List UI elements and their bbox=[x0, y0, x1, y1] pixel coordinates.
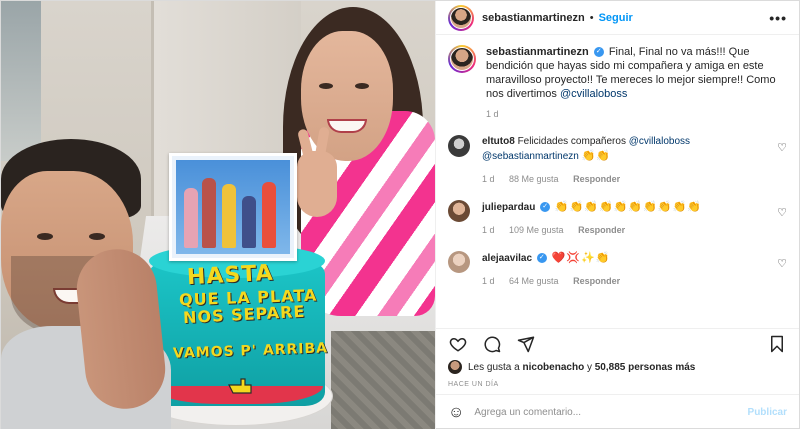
comment-time[interactable]: 1 d bbox=[482, 225, 495, 235]
comment-input[interactable] bbox=[474, 407, 748, 418]
commenter-avatar[interactable] bbox=[448, 251, 470, 273]
comment-time[interactable]: 1 d bbox=[482, 174, 495, 184]
likes-middle: y bbox=[586, 361, 592, 373]
topper-person bbox=[184, 188, 198, 248]
publish-button[interactable]: Publicar bbox=[748, 407, 787, 418]
pointing-hand-icon bbox=[228, 378, 252, 394]
likes-summary: Les gusta a nicobenacho y 50,885 persona… bbox=[436, 358, 799, 376]
comment-like-heart-icon[interactable]: ♡ bbox=[777, 206, 787, 219]
bookmark-icon[interactable] bbox=[767, 334, 787, 354]
topper-person bbox=[222, 184, 236, 248]
photo-window bbox=[1, 1, 41, 161]
instagram-post: HASTA QUE LA PLATA NOS SEPARE VAMOS P' A… bbox=[0, 0, 800, 429]
comment-like-heart-icon[interactable]: ♡ bbox=[777, 141, 787, 154]
comment-meta: 1 d 64 Me gusta Responder bbox=[482, 276, 772, 286]
action-bar bbox=[436, 328, 799, 358]
post-time-ago[interactable]: HACE UN DÍA bbox=[436, 376, 799, 394]
comment-like-heart-icon[interactable]: ♡ bbox=[777, 257, 787, 270]
share-icon[interactable] bbox=[516, 334, 536, 354]
cake-text-line: HASTA bbox=[186, 260, 275, 291]
woman-hand bbox=[297, 151, 337, 217]
post-header: sebastianmartinezn • Seguir ••• bbox=[436, 1, 799, 35]
more-options-icon[interactable]: ••• bbox=[769, 10, 787, 26]
woman-eye bbox=[319, 83, 333, 89]
add-comment-bar: ☺ Publicar bbox=[436, 394, 799, 429]
post-side-panel: sebastianmartinezn • Seguir ••• sebastia… bbox=[435, 1, 799, 429]
topper-background bbox=[176, 160, 290, 254]
comment-likes[interactable]: 64 Me gusta bbox=[509, 276, 559, 286]
caption-time: 1 d bbox=[486, 109, 499, 119]
comment-item: juliepardau ✓ 👏👏👏👏👏👏👏👏👏👏 1 d 109 Me gust… bbox=[448, 200, 787, 235]
commenter-username[interactable]: alejaavilac bbox=[482, 253, 532, 264]
comment-likes[interactable]: 109 Me gusta bbox=[509, 225, 564, 235]
emoji-icon[interactable]: ☺ bbox=[448, 404, 464, 422]
commenter-avatar[interactable] bbox=[448, 135, 470, 157]
caption-avatar[interactable] bbox=[448, 45, 476, 73]
commenter-username[interactable]: eltuto8 bbox=[482, 136, 515, 147]
caption-text: sebastianmartinezn ✓ Final, Final no va … bbox=[486, 45, 786, 101]
comment-body: 👏👏👏👏👏👏👏👏👏👏 bbox=[554, 201, 702, 213]
woman-face bbox=[301, 31, 393, 161]
commenter-username[interactable]: juliepardau bbox=[482, 202, 535, 213]
follow-button[interactable]: Seguir bbox=[599, 12, 633, 24]
photo-floor bbox=[331, 331, 435, 429]
comment-item: eltuto8 Felicidades compañeros @cvillalo… bbox=[448, 135, 787, 184]
topper-person bbox=[202, 178, 216, 248]
liker-username[interactable]: nicobenacho bbox=[523, 362, 585, 373]
commenter-avatar[interactable] bbox=[448, 200, 470, 222]
reply-button[interactable]: Responder bbox=[573, 276, 620, 286]
topper-person bbox=[262, 182, 276, 248]
comment-text: eltuto8 Felicidades compañeros @cvillalo… bbox=[482, 135, 772, 164]
caption-username[interactable]: sebastianmartinezn bbox=[486, 46, 589, 58]
comment-mention[interactable]: @sebastianmartinezn bbox=[482, 151, 579, 162]
comment-body: Felicidades compañeros bbox=[517, 136, 626, 147]
caption: sebastianmartinezn ✓ Final, Final no va … bbox=[448, 45, 787, 101]
comment-time[interactable]: 1 d bbox=[482, 276, 495, 286]
man-eye bbox=[37, 233, 53, 240]
comments-section[interactable]: sebastianmartinezn ✓ Final, Final no va … bbox=[436, 35, 799, 328]
man-eye bbox=[89, 233, 105, 240]
verified-icon: ✓ bbox=[540, 202, 551, 213]
verified-icon: ✓ bbox=[536, 253, 547, 264]
comment-emoji: 👏👏 bbox=[581, 150, 612, 162]
author-username[interactable]: sebastianmartinezn bbox=[482, 12, 585, 24]
topper-person bbox=[242, 196, 256, 248]
reply-button[interactable]: Responder bbox=[573, 174, 620, 184]
comment-icon[interactable] bbox=[482, 334, 502, 354]
heart-icon[interactable] bbox=[448, 334, 468, 354]
comment-item: alejaavilac ✓ ❤️💢✨👏 1 d 64 Me gusta Resp… bbox=[448, 251, 787, 286]
verified-icon: ✓ bbox=[593, 47, 604, 58]
post-photo[interactable]: HASTA QUE LA PLATA NOS SEPARE VAMOS P' A… bbox=[1, 1, 435, 429]
author-avatar[interactable] bbox=[448, 4, 474, 31]
comment-meta: 1 d 88 Me gusta Responder bbox=[482, 174, 772, 184]
comment-text: juliepardau ✓ 👏👏👏👏👏👏👏👏👏👏 bbox=[482, 200, 772, 215]
comment-likes[interactable]: 88 Me gusta bbox=[509, 174, 559, 184]
comment-body: ❤️💢✨👏 bbox=[551, 252, 611, 264]
woman-eye bbox=[355, 83, 369, 89]
separator-dot: • bbox=[589, 11, 594, 24]
comment-text: alejaavilac ✓ ❤️💢✨👏 bbox=[482, 251, 772, 266]
likes-count[interactable]: 50,885 personas más bbox=[595, 362, 696, 373]
reply-button[interactable]: Responder bbox=[578, 225, 625, 235]
comment-meta: 1 d 109 Me gusta Responder bbox=[482, 225, 772, 235]
caption-mention[interactable]: @cvillaloboss bbox=[560, 88, 627, 100]
likes-prefix: Les gusta a bbox=[468, 361, 520, 373]
comment-mention[interactable]: @cvillaloboss bbox=[629, 136, 690, 147]
liker-avatar[interactable] bbox=[448, 360, 462, 374]
cake-photo-topper bbox=[169, 153, 297, 261]
